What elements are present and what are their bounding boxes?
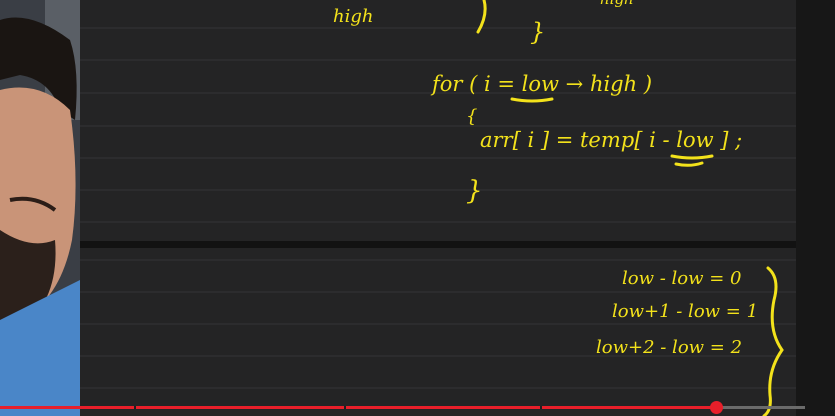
progress-scrubber-handle[interactable]	[710, 401, 723, 414]
video-frame[interactable]: high high } for ( i = low → high ) { arr…	[0, 0, 835, 416]
progress-played	[0, 406, 716, 409]
chapter-marker	[540, 406, 542, 409]
chapter-marker	[344, 406, 346, 409]
chapter-marker	[134, 406, 136, 409]
video-progress-bar[interactable]	[0, 400, 835, 416]
ink-strokes	[476, 0, 784, 416]
